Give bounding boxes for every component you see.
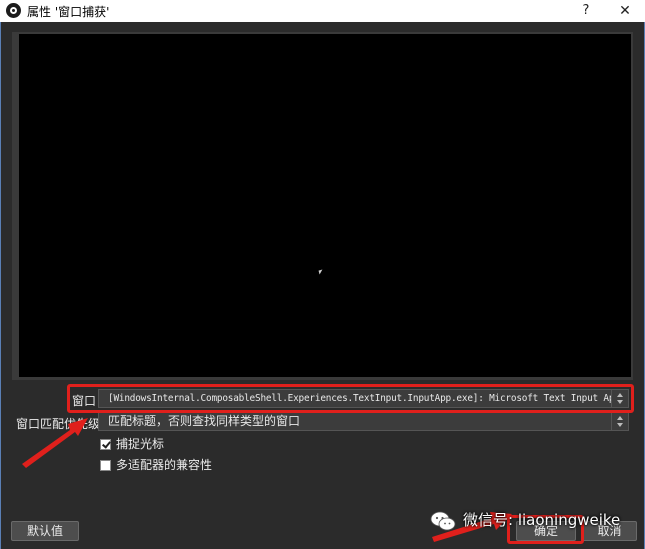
priority-select-value: 匹配标题，否则查找同样类型的窗口 <box>108 414 301 428</box>
annotation-highlight-window <box>67 384 634 413</box>
title-bar: 属性 '窗口捕获' ? ✕ <box>0 0 645 22</box>
priority-select[interactable]: 匹配标题，否则查找同样类型的窗口 <box>98 412 629 431</box>
dropdown-spin-icon[interactable] <box>611 413 628 430</box>
watermark-text: 微信号: liaoningweike <box>463 511 621 529</box>
checkbox-unchecked-icon[interactable] <box>100 460 111 471</box>
obs-app-icon <box>6 3 21 18</box>
capture-cursor-label: 捕捉光标 <box>116 437 165 451</box>
multi-adapter-label: 多适配器的兼容性 <box>116 458 213 472</box>
defaults-button[interactable]: 默认值 <box>11 521 79 541</box>
help-icon[interactable]: ? <box>566 0 606 22</box>
annotation-arrow-left <box>22 418 88 468</box>
capture-cursor-checkbox[interactable]: 捕捉光标 <box>100 435 164 452</box>
close-icon[interactable]: ✕ <box>605 0 645 22</box>
window-title: 属性 '窗口捕获' <box>27 5 110 19</box>
mouse-cursor-icon <box>318 269 324 275</box>
multi-adapter-checkbox[interactable]: 多适配器的兼容性 <box>100 456 212 473</box>
capture-preview <box>19 34 631 377</box>
checkbox-checked-icon[interactable] <box>100 439 111 450</box>
dialog-body: 窗口 [WindowsInternal.ComposableShell.Expe… <box>0 22 645 549</box>
wechat-icon <box>430 511 456 531</box>
